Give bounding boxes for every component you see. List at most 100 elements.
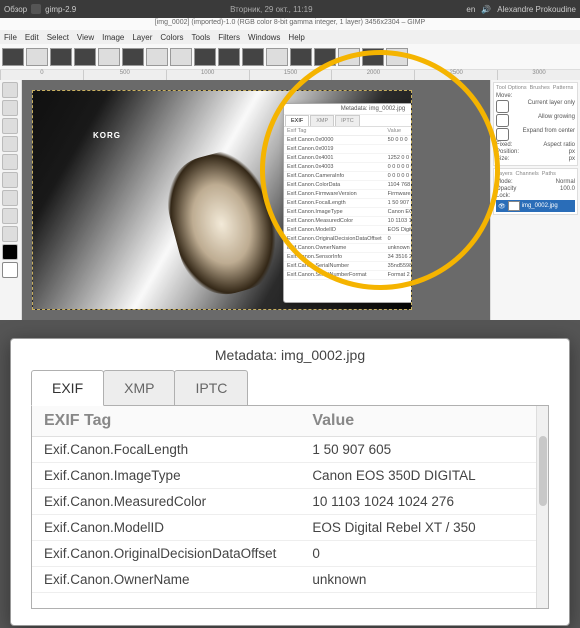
tab-exif-small[interactable]: EXIF bbox=[285, 115, 309, 126]
col-value: Value bbox=[384, 127, 412, 136]
ruler-mark: 2000 bbox=[331, 70, 414, 80]
exif-row[interactable]: Exif.Canon.MeasuredColor10 1103 1024 102… bbox=[32, 489, 548, 515]
current-layer-check[interactable] bbox=[496, 100, 509, 113]
menu-view[interactable]: View bbox=[77, 33, 94, 42]
exif-row[interactable]: Exif.Canon.MeasuredColor10 1103 1024 102… bbox=[284, 217, 412, 226]
tab-brushes[interactable]: Brushes bbox=[530, 85, 550, 91]
allow-grow-check[interactable] bbox=[496, 114, 509, 127]
thumb[interactable] bbox=[290, 48, 312, 66]
thumb[interactable] bbox=[362, 48, 384, 66]
thumb[interactable] bbox=[98, 48, 120, 66]
scrollbar[interactable] bbox=[536, 406, 548, 608]
exif-row[interactable]: Exif.Canon.OwnerNameunknown bbox=[32, 567, 548, 593]
thumb[interactable] bbox=[50, 48, 72, 66]
window-title: [img_0002] (imported)-1.0 (RGB color 8-b… bbox=[0, 18, 580, 30]
expand-center-check[interactable] bbox=[496, 128, 509, 141]
thumb[interactable] bbox=[146, 48, 168, 66]
thumb[interactable] bbox=[242, 48, 264, 66]
label: Aspect ratio bbox=[543, 142, 575, 148]
thumb[interactable] bbox=[2, 48, 24, 66]
menu-filters[interactable]: Filters bbox=[218, 33, 240, 42]
exif-row[interactable]: Exif.Canon.ImageTypeCanon EOS 350D DIGIT… bbox=[284, 208, 412, 217]
thumb[interactable] bbox=[338, 48, 360, 66]
ruler-mark: 500 bbox=[83, 70, 166, 80]
exif-row[interactable]: Exif.Canon.0x40030 0 0 0 0 0 0 0 0 0 0 0… bbox=[284, 163, 412, 172]
exif-row[interactable]: Exif.Canon.OriginalDecisionDataOffset0 bbox=[284, 235, 412, 244]
menu-select[interactable]: Select bbox=[47, 33, 69, 42]
ruler-mark: 2500 bbox=[414, 70, 497, 80]
thumb[interactable] bbox=[122, 48, 144, 66]
exif-row[interactable]: Exif.Canon.CameraInfo0 0 0 0 0 0 0 0 0 0… bbox=[284, 172, 412, 181]
tab-iptc[interactable]: IPTC bbox=[174, 370, 248, 406]
label: px bbox=[569, 149, 575, 155]
label: px bbox=[569, 156, 575, 162]
tab-iptc-small[interactable]: IPTC bbox=[335, 115, 360, 126]
tool-icon[interactable] bbox=[2, 172, 18, 188]
bg-color-swatch[interactable] bbox=[2, 262, 18, 278]
col-tag: Exif Tag bbox=[284, 127, 384, 136]
thumb[interactable] bbox=[170, 48, 192, 66]
exif-row[interactable]: Exif.Canon.SerialNumber35nd55989 bbox=[284, 262, 412, 271]
thumb[interactable] bbox=[194, 48, 216, 66]
tool-icon[interactable] bbox=[2, 136, 18, 152]
thumb[interactable] bbox=[26, 48, 48, 66]
exif-row[interactable]: Exif.Canon.FirmwareVersionFirmware 1.0.3 bbox=[284, 190, 412, 199]
thumb[interactable] bbox=[218, 48, 240, 66]
layer-name: img_0002.jpg bbox=[522, 203, 558, 209]
mode-select[interactable]: Normal bbox=[556, 179, 575, 185]
tab-exif[interactable]: EXIF bbox=[31, 370, 104, 406]
exif-row[interactable]: Exif.Canon.ColorData1104 768 1024 1024 4… bbox=[284, 181, 412, 190]
tab-xmp-small[interactable]: XMP bbox=[310, 115, 334, 126]
thumb[interactable] bbox=[314, 48, 336, 66]
exif-row[interactable]: Exif.Canon.SensorInfo34 3516 2328 1 1 52… bbox=[284, 253, 412, 262]
label: Current layer only bbox=[528, 100, 575, 113]
exif-row[interactable]: Exif.Canon.0x0019 bbox=[284, 145, 412, 154]
tool-icon[interactable] bbox=[2, 190, 18, 206]
tab-layers[interactable]: Layers bbox=[496, 171, 513, 177]
thumb[interactable] bbox=[266, 48, 288, 66]
col-value: Value bbox=[300, 406, 548, 437]
exif-row[interactable]: Exif.Canon.0x000050 0 0 0 bbox=[284, 136, 412, 145]
tab-xmp[interactable]: XMP bbox=[103, 370, 175, 406]
menu-edit[interactable]: Edit bbox=[25, 33, 39, 42]
tool-icon[interactable] bbox=[2, 118, 18, 134]
tab-channels[interactable]: Channels bbox=[516, 171, 539, 177]
menu-colors[interactable]: Colors bbox=[160, 33, 183, 42]
tool-icon[interactable] bbox=[2, 82, 18, 98]
tab-patterns[interactable]: Patterns bbox=[553, 85, 573, 91]
label: Allow growing bbox=[538, 114, 575, 127]
menu-file[interactable]: File bbox=[4, 33, 17, 42]
exif-row[interactable]: Exif.Canon.SerialNumberFormatFormat 2 bbox=[284, 271, 412, 280]
tab-paths[interactable]: Paths bbox=[542, 171, 556, 177]
thumb[interactable] bbox=[386, 48, 408, 66]
menu-windows[interactable]: Windows bbox=[248, 33, 280, 42]
menu-layer[interactable]: Layer bbox=[132, 33, 152, 42]
menu-tools[interactable]: Tools bbox=[192, 33, 211, 42]
exif-row[interactable]: Exif.Canon.ModelIDEOS Digital Rebel XT /… bbox=[284, 226, 412, 235]
menu-image[interactable]: Image bbox=[102, 33, 124, 42]
exif-row[interactable]: Exif.Canon.OriginalDecisionDataOffset0 bbox=[32, 541, 548, 567]
tool-icon[interactable] bbox=[2, 100, 18, 116]
tool-icon[interactable] bbox=[2, 154, 18, 170]
menu-help[interactable]: Help bbox=[288, 33, 304, 42]
thumb[interactable] bbox=[74, 48, 96, 66]
tool-icon[interactable] bbox=[2, 208, 18, 224]
exif-row[interactable]: Exif.Canon.FocalLength1 50 907 605 bbox=[284, 199, 412, 208]
activities-label[interactable]: Обзор bbox=[4, 5, 27, 14]
eye-icon[interactable]: 👁 bbox=[498, 203, 506, 210]
exif-table: EXIF TagValue Exif.Canon.FocalLength1 50… bbox=[32, 406, 548, 593]
metadata-dialog-zoomed: Metadata: img_0002.jpg EXIF XMP IPTC EXI… bbox=[10, 338, 570, 626]
exif-row[interactable]: Exif.Canon.ModelIDEOS Digital Rebel XT /… bbox=[32, 515, 548, 541]
tab-tool-options[interactable]: Tool Options bbox=[496, 85, 527, 91]
exif-row[interactable]: Exif.Canon.ImageTypeCanon EOS 350D DIGIT… bbox=[32, 463, 548, 489]
user-label[interactable]: Alexandre Prokoudine bbox=[497, 5, 576, 14]
exif-row[interactable]: Exif.Canon.OwnerNameunknown bbox=[284, 244, 412, 253]
menu-bar: File Edit Select View Image Layer Colors… bbox=[0, 30, 580, 44]
opacity-value[interactable]: 100.0 bbox=[560, 186, 575, 192]
tool-icon[interactable] bbox=[2, 226, 18, 242]
layer-row[interactable]: 👁 img_0002.jpg bbox=[496, 200, 575, 212]
canvas[interactable]: Metadata: img_0002.jpg EXIF XMP IPTC Exi… bbox=[32, 90, 412, 310]
fg-color-swatch[interactable] bbox=[2, 244, 18, 260]
exif-row[interactable]: Exif.Canon.FocalLength1 50 907 605 bbox=[32, 437, 548, 463]
exif-row[interactable]: Exif.Canon.0x40011252 0 0 0 1657 857 151… bbox=[284, 154, 412, 163]
